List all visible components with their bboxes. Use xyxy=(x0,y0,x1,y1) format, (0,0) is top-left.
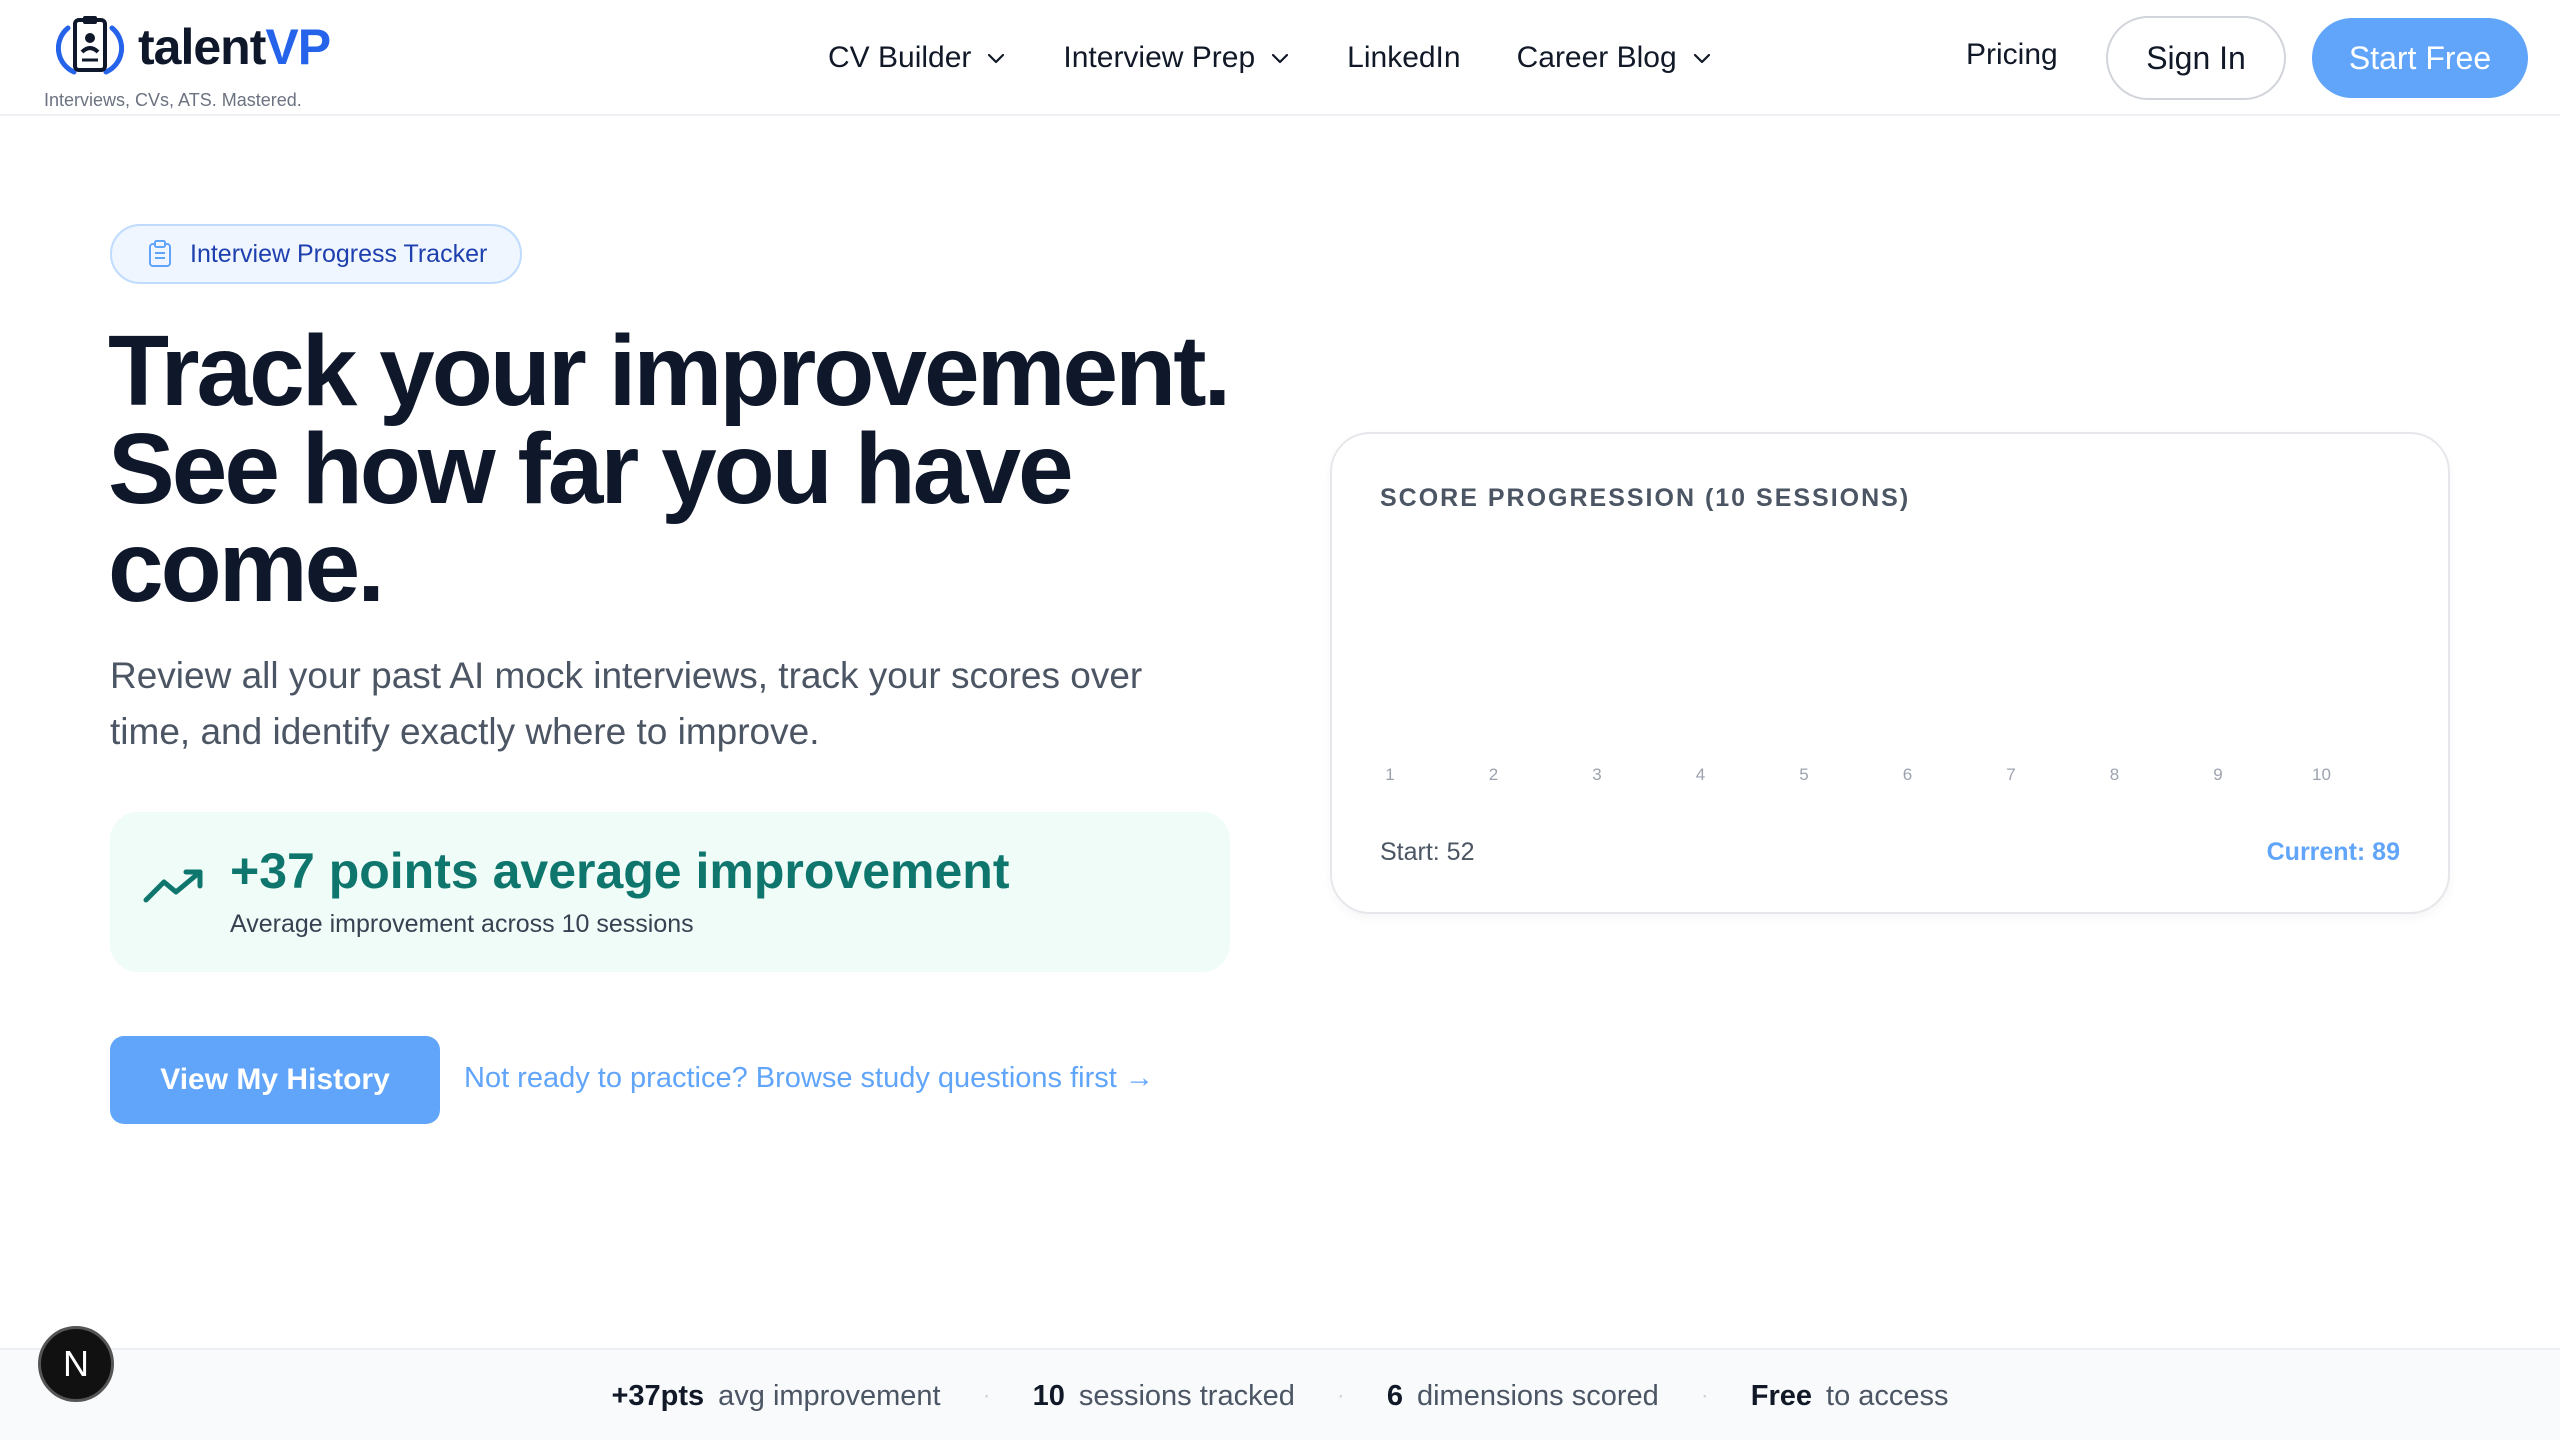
nav-label: Career Blog xyxy=(1516,41,1677,74)
headline-line-1: Track your improvement. xyxy=(108,315,1231,427)
chart-tick-label: 2 xyxy=(1489,765,1498,784)
chart-tick-label: 10 xyxy=(2312,765,2331,784)
headline-line-3: come. xyxy=(108,511,385,623)
tagline: Interviews, CVs, ATS. Mastered. xyxy=(44,90,302,110)
logo-prefix: talent xyxy=(138,19,266,75)
nav-item-career-blog[interactable]: Career Blog xyxy=(1517,34,1713,82)
chevron-down-icon xyxy=(1693,53,1710,64)
chart-tick-label: 7 xyxy=(2006,765,2015,784)
stat-separator: · xyxy=(982,1382,991,1409)
chart-tick-label: 6 xyxy=(1903,765,1912,784)
stats-row: +37pts avg improvement · 10 sessions tracked… xyxy=(0,1350,2560,1442)
stat-label: dimensions scored xyxy=(1416,1379,1659,1412)
study-questions-link[interactable]: Not ready to practice? Browse study ques… xyxy=(464,1062,1154,1095)
stat-label: to access xyxy=(1826,1379,1949,1412)
nav-label: LinkedIn xyxy=(1347,41,1461,74)
nav-label: Interview Prep xyxy=(1063,41,1256,74)
logo-suffix: VP xyxy=(265,19,331,75)
hero-description: Review all your past AI mock interviews,… xyxy=(110,655,1143,752)
nav-item-linkedin[interactable]: LinkedIn xyxy=(1347,34,1460,82)
nav-item-interview-prep[interactable]: Interview Prep xyxy=(1063,34,1291,82)
stat-label: sessions tracked xyxy=(1078,1379,1295,1412)
logo[interactable]: talentVP xyxy=(56,14,331,80)
score-progression-card: SCORE PROGRESSION (10 SESSIONS) 12345678… xyxy=(1330,432,2450,914)
chart-tick-label: 5 xyxy=(1799,765,1808,784)
chart-tick-label: 3 xyxy=(1592,765,1601,784)
clipboard-icon xyxy=(149,240,171,267)
chart-tick-label: 9 xyxy=(2213,765,2222,784)
chart-tick-label: 1 xyxy=(1385,765,1394,784)
stat-label: avg improvement xyxy=(718,1379,941,1412)
page-headline: Track your improvement. See how far you … xyxy=(108,321,1308,617)
improvement-callout: +37 points average improvement Average i… xyxy=(110,812,1230,972)
stat-item: 6 dimensions scored xyxy=(1387,1380,1659,1413)
tracker-pill-badge: Interview Progress Tracker xyxy=(110,224,522,284)
stat-value: +37pts xyxy=(611,1379,705,1412)
logo-wordmark: talentVP xyxy=(138,18,331,76)
stat-value: Free xyxy=(1750,1379,1813,1412)
sign-in-button[interactable]: Sign In xyxy=(2106,16,2286,100)
chevron-down-icon xyxy=(988,53,1005,64)
site-header: talentVP Interviews, CVs, ATS. Mastered.… xyxy=(0,0,2560,116)
chevron-down-icon xyxy=(1272,53,1289,64)
start-free-button[interactable]: Start Free xyxy=(2312,18,2528,98)
stat-separator: · xyxy=(1336,1382,1345,1409)
stats-bar: +37pts avg improvement · 10 sessions tracked… xyxy=(0,1348,2560,1440)
pricing-link[interactable]: Pricing xyxy=(1966,38,2058,72)
stat-item: Free to access xyxy=(1751,1380,1949,1413)
pill-label: Interview Progress Tracker xyxy=(190,239,488,268)
view-history-button[interactable]: View My History xyxy=(110,1036,440,1124)
current-score-label: Current: 89 xyxy=(2266,838,2400,866)
start-score-label: Start: 52 xyxy=(1380,838,1475,866)
resume-logo-icon xyxy=(56,16,124,75)
stat-item: 10 sessions tracked xyxy=(1033,1380,1295,1413)
stat-item: +37pts avg improvement xyxy=(611,1380,940,1413)
main-nav: CV Builder Interview Prep LinkedIn Caree… xyxy=(828,34,1769,82)
stat-value: 10 xyxy=(1032,1379,1065,1412)
dev-badge[interactable]: N xyxy=(38,1326,114,1402)
stat-value: 6 xyxy=(1386,1379,1403,1412)
nav-label: CV Builder xyxy=(828,41,972,74)
chart-tick-label: 8 xyxy=(2110,765,2119,784)
stat-separator: · xyxy=(1700,1382,1709,1409)
chart-tick-label: 4 xyxy=(1696,765,1705,784)
improvement-title: +37 points average improvement xyxy=(230,843,1010,899)
improvement-subtitle: Average improvement across 10 sessions xyxy=(230,910,694,938)
trending-up-icon xyxy=(143,869,203,903)
headline-line-2: See how far you have xyxy=(108,413,1074,525)
nav-item-cv-builder[interactable]: CV Builder xyxy=(828,34,1007,82)
